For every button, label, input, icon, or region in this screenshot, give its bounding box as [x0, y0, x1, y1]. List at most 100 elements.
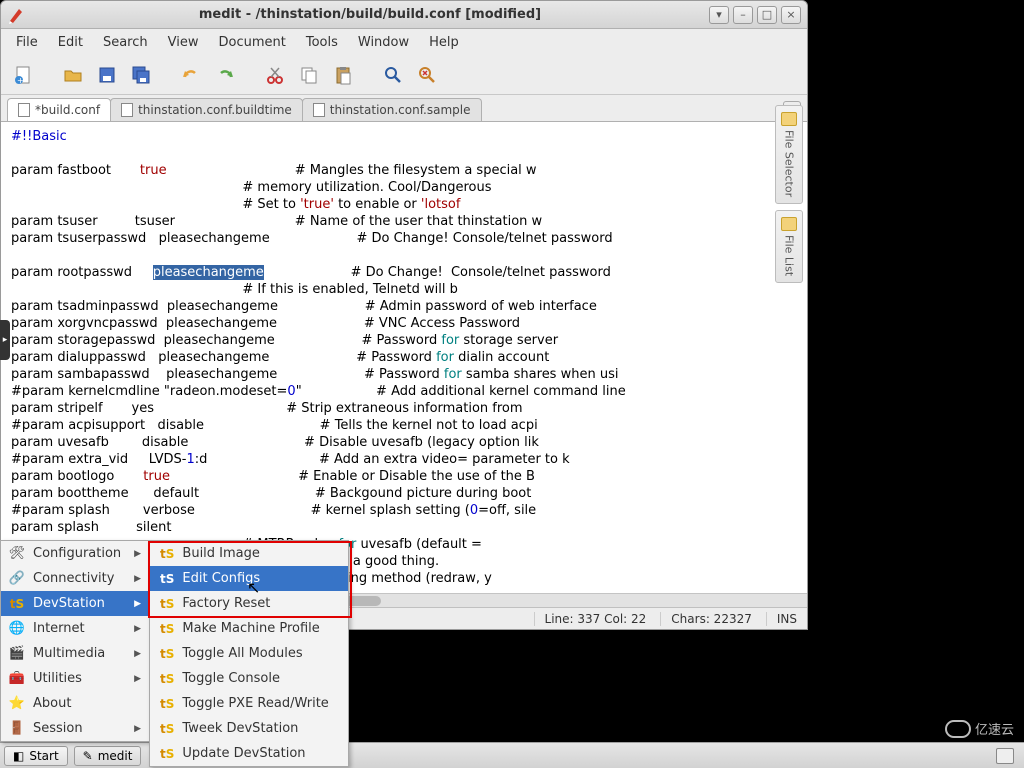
startmenu-devstation[interactable]: tSDevStation▶ — [1, 591, 149, 616]
menubar: File Edit Search View Document Tools Win… — [1, 29, 807, 55]
start-button[interactable]: ◧Start — [4, 746, 68, 766]
folder-icon — [781, 217, 797, 231]
submenu-factory-reset[interactable]: tSFactory Reset — [150, 591, 348, 616]
redo-button[interactable] — [211, 61, 239, 89]
menu-tools[interactable]: Tools — [297, 32, 347, 53]
globe-icon: 🌐 — [9, 621, 25, 637]
submenu-arrow-icon: ▶ — [134, 574, 141, 584]
submenu-tweek-devstation[interactable]: tSTweek DevStation — [150, 716, 348, 741]
tab-label: *build.conf — [35, 103, 100, 117]
find-button[interactable] — [379, 61, 407, 89]
copy-button[interactable] — [295, 61, 323, 89]
submenu-build-image[interactable]: tSBuild Image — [150, 541, 348, 566]
tab-buildtime[interactable]: thinstation.conf.buildtime — [110, 98, 303, 121]
submenu-arrow-icon: ▶ — [134, 649, 141, 659]
ts-icon: tS — [160, 747, 174, 761]
exit-icon: 🚪 — [9, 721, 25, 737]
menu-view[interactable]: View — [159, 32, 208, 53]
star-icon: ⭐ — [9, 696, 25, 712]
ts-icon: tS — [160, 672, 174, 686]
app-icon — [7, 6, 25, 24]
tab-buildconf[interactable]: *build.conf — [7, 98, 111, 121]
menu-file[interactable]: File — [7, 32, 47, 53]
status-mode: INS — [766, 612, 797, 626]
system-tray — [996, 748, 1020, 764]
save-all-button[interactable] — [127, 61, 155, 89]
editor-window: medit - /thinstation/build/build.conf [m… — [0, 0, 808, 630]
start-menu: 🛠Configuration▶ 🔗Connectivity▶ tSDevStat… — [0, 540, 150, 742]
editor-area: #!!Basic param fastboot true # Mangles t… — [1, 121, 807, 607]
tab-sample[interactable]: thinstation.conf.sample — [302, 98, 482, 121]
window-controls: ▾ – □ × — [709, 6, 801, 24]
tab-label: thinstation.conf.sample — [330, 103, 471, 117]
ts-icon: tS — [160, 572, 174, 586]
cloud-icon — [945, 720, 971, 738]
dropdown-button[interactable]: ▾ — [709, 6, 729, 24]
paste-button[interactable] — [329, 61, 357, 89]
startmenu-internet[interactable]: 🌐Internet▶ — [1, 616, 149, 641]
document-icon — [121, 103, 133, 117]
side-panel-handle[interactable]: ▸ — [0, 320, 10, 360]
window-title: medit - /thinstation/build/build.conf [m… — [31, 7, 709, 22]
ts-icon: tS — [160, 597, 174, 611]
ts-icon: tS — [160, 622, 174, 636]
submenu-toggle-all-modules[interactable]: tSToggle All Modules — [150, 641, 348, 666]
find-replace-button[interactable] — [413, 61, 441, 89]
status-chars: Chars: 22327 — [660, 612, 752, 626]
submenu-arrow-icon: ▶ — [134, 599, 141, 609]
start-icon: ◧ — [13, 749, 24, 763]
app-icon: ✎ — [83, 749, 93, 763]
maximize-button[interactable]: □ — [757, 6, 777, 24]
ts-icon: tS — [9, 596, 25, 612]
cut-button[interactable] — [261, 61, 289, 89]
tab-bar: *build.conf thinstation.conf.buildtime t… — [1, 95, 807, 121]
file-list-tab[interactable]: File List — [775, 210, 803, 283]
startmenu-utilities[interactable]: 🧰Utilities▶ — [1, 666, 149, 691]
menu-search[interactable]: Search — [94, 32, 157, 53]
open-button[interactable] — [59, 61, 87, 89]
toolbar: + — [1, 55, 807, 95]
watermark: 亿速云 — [945, 719, 1014, 738]
ts-icon: tS — [160, 647, 174, 661]
undo-button[interactable] — [177, 61, 205, 89]
status-position: Line: 337 Col: 22 — [534, 612, 647, 626]
link-icon: 🔗 — [9, 571, 25, 587]
menu-help[interactable]: Help — [420, 32, 468, 53]
wrench-icon: 🛠 — [9, 546, 25, 562]
tray-icon[interactable] — [996, 748, 1014, 764]
submenu-arrow-icon: ▶ — [134, 674, 141, 684]
save-button[interactable] — [93, 61, 121, 89]
startmenu-about[interactable]: ⭐About — [1, 691, 149, 716]
tools-icon: 🧰 — [9, 671, 25, 687]
submenu-arrow-icon: ▶ — [134, 549, 141, 559]
submenu-toggle-pxe[interactable]: tSToggle PXE Read/Write — [150, 691, 348, 716]
new-file-button[interactable]: + — [9, 61, 37, 89]
submenu-update-devstation[interactable]: tSUpdate DevStation — [150, 741, 348, 766]
document-icon — [313, 103, 325, 117]
right-panel: File Selector File List — [775, 105, 803, 283]
startmenu-configuration[interactable]: 🛠Configuration▶ — [1, 541, 149, 566]
tab-label: thinstation.conf.buildtime — [138, 103, 292, 117]
ts-icon: tS — [160, 697, 174, 711]
folder-icon — [781, 112, 797, 126]
titlebar[interactable]: medit - /thinstation/build/build.conf [m… — [1, 1, 807, 29]
ts-icon: tS — [160, 722, 174, 736]
task-medit[interactable]: ✎medit — [74, 746, 142, 766]
startmenu-multimedia[interactable]: 🎬Multimedia▶ — [1, 641, 149, 666]
startmenu-connectivity[interactable]: 🔗Connectivity▶ — [1, 566, 149, 591]
menu-edit[interactable]: Edit — [49, 32, 92, 53]
submenu-toggle-console[interactable]: tSToggle Console — [150, 666, 348, 691]
menu-window[interactable]: Window — [349, 32, 418, 53]
file-selector-tab[interactable]: File Selector — [775, 105, 803, 204]
minimize-button[interactable]: – — [733, 6, 753, 24]
menu-document[interactable]: Document — [209, 32, 294, 53]
close-button[interactable]: × — [781, 6, 801, 24]
document-icon — [18, 103, 30, 117]
submenu-arrow-icon: ▶ — [134, 624, 141, 634]
submenu-make-machine-profile[interactable]: tSMake Machine Profile — [150, 616, 348, 641]
submenu-edit-configs[interactable]: tSEdit Configs — [150, 566, 348, 591]
submenu-arrow-icon: ▶ — [134, 724, 141, 734]
startmenu-session[interactable]: 🚪Session▶ — [1, 716, 149, 741]
ts-icon: tS — [160, 547, 174, 561]
code-editor[interactable]: #!!Basic param fastboot true # Mangles t… — [1, 122, 807, 607]
